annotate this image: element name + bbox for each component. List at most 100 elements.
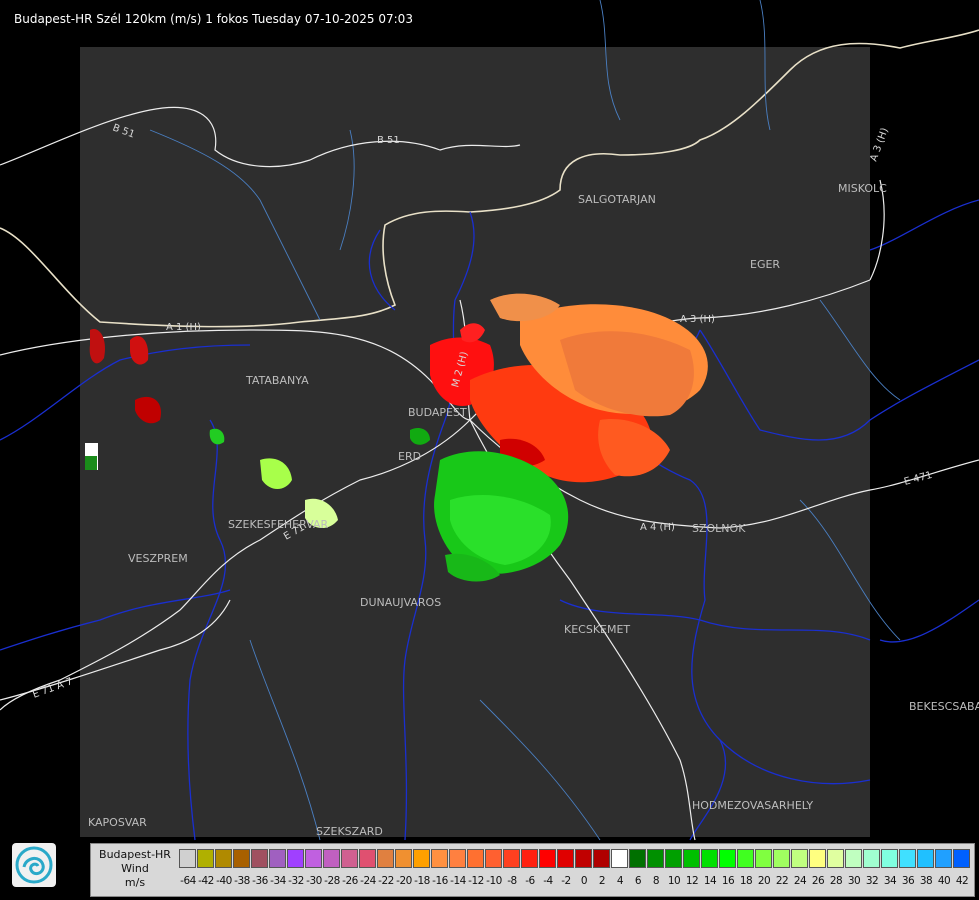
legend-swatch	[665, 849, 682, 868]
city-label: VESZPREM	[128, 552, 188, 565]
legend-swatch	[215, 849, 232, 868]
legend-tick: -64	[180, 875, 196, 887]
legend-tick: -26	[342, 875, 358, 887]
city-label: BEKESCSABA	[909, 700, 979, 713]
radar-map: SALGOTARJAN EGER MISKOLC TATABANYA BUDAP…	[0, 0, 979, 900]
legend-tick: -34	[270, 875, 286, 887]
legend-swatch	[683, 849, 700, 868]
legend-station: Budapest-HR	[99, 848, 171, 861]
legend-swatch	[773, 849, 790, 868]
met-service-logo	[12, 843, 56, 887]
legend-swatch	[737, 849, 754, 868]
legend-swatch	[899, 849, 916, 868]
legend-tick: 40	[937, 875, 951, 887]
legend-swatch	[791, 849, 808, 868]
legend-tick: -14	[450, 875, 466, 887]
legend-tick: 18	[739, 875, 753, 887]
legend-swatch	[413, 849, 430, 868]
legend-swatch	[179, 849, 196, 868]
legend-swatches	[179, 849, 971, 868]
legend-tick: -28	[324, 875, 340, 887]
legend-swatch	[827, 849, 844, 868]
legend-tick: 24	[793, 875, 807, 887]
city-label: SALGOTARJAN	[578, 193, 656, 206]
legend-swatch	[557, 849, 574, 868]
legend-tick: 12	[685, 875, 699, 887]
legend-unit: m/s	[124, 876, 146, 889]
city-label: KAPOSVAR	[88, 816, 147, 829]
legend-swatch	[575, 849, 592, 868]
legend-title: Budapest-HR Wind m/s	[93, 848, 177, 890]
legend-swatch	[341, 849, 358, 868]
map-title: Budapest-HR Szél 120km (m/s) 1 fokos Tue…	[14, 12, 413, 26]
legend-tick: -24	[360, 875, 376, 887]
legend-tick: 14	[703, 875, 717, 887]
legend-swatch	[269, 849, 286, 868]
legend-tick: -22	[378, 875, 394, 887]
legend-swatch	[521, 849, 538, 868]
radar-coverage-area	[80, 47, 870, 837]
city-label: EGER	[750, 258, 780, 271]
legend-tick: 30	[847, 875, 861, 887]
legend-tick: 36	[901, 875, 915, 887]
legend-tick: 34	[883, 875, 897, 887]
road-label: A 1 (H)	[166, 322, 201, 333]
legend-swatch	[701, 849, 718, 868]
legend-tick: -8	[507, 875, 517, 887]
legend-tick: -20	[396, 875, 412, 887]
legend-swatch	[629, 849, 646, 868]
legend-tick: -36	[252, 875, 268, 887]
legend-tick: 10	[667, 875, 681, 887]
legend-swatch	[953, 849, 970, 868]
city-label: MISKOLC	[838, 182, 887, 195]
legend-swatch	[863, 849, 880, 868]
legend-tick: 2	[598, 875, 606, 887]
legend-tick: 22	[775, 875, 789, 887]
legend-swatch	[197, 849, 214, 868]
legend-swatch	[539, 849, 556, 868]
legend-tick: 20	[757, 875, 771, 887]
legend-swatch	[647, 849, 664, 868]
legend-tick: -30	[306, 875, 322, 887]
legend-swatch	[809, 849, 826, 868]
legend-swatch	[431, 849, 448, 868]
legend-tick: 38	[919, 875, 933, 887]
legend-tick: -4	[543, 875, 553, 887]
legend-tick: 28	[829, 875, 843, 887]
color-legend: Budapest-HR Wind m/s -64 -42 -40 -38 -36 -34-…	[90, 843, 975, 897]
legend-swatch	[845, 849, 862, 868]
legend-tick: 8	[652, 875, 660, 887]
legend-swatch	[377, 849, 394, 868]
legend-tick: -6	[525, 875, 535, 887]
swirl-logo-icon	[15, 846, 53, 884]
legend-ticks: -64 -42 -40 -38 -36 -34 -32 -30 -28 -26 -24 -22 -20-…	[179, 875, 971, 887]
legend-tick: 42	[955, 875, 969, 887]
legend-tick: -18	[414, 875, 430, 887]
legend-swatch	[719, 849, 736, 868]
city-label: SZEKESFEHERVAR	[228, 518, 329, 531]
legend-swatch	[305, 849, 322, 868]
legend-swatch	[449, 849, 466, 868]
road-label: B 51	[377, 135, 400, 146]
legend-swatch	[485, 849, 502, 868]
legend-tick: -42	[198, 875, 214, 887]
city-label: BUDAPEST	[408, 406, 467, 419]
city-label: SZEKSZARD	[316, 825, 383, 838]
legend-swatch	[611, 849, 628, 868]
legend-tick: 32	[865, 875, 879, 887]
city-label: TATABANYA	[245, 374, 309, 387]
legend-swatch	[233, 849, 250, 868]
legend-tick: -40	[216, 875, 232, 887]
city-label: DUNAUJVAROS	[360, 596, 441, 609]
legend-tick: -2	[561, 875, 571, 887]
city-label: ERD	[398, 450, 421, 463]
legend-swatch	[251, 849, 268, 868]
legend-tick: 26	[811, 875, 825, 887]
legend-product: Wind	[121, 862, 149, 875]
legend-tick: 0	[580, 875, 588, 887]
legend-tick: 4	[616, 875, 624, 887]
legend-swatch	[467, 849, 484, 868]
city-label: KECSKEMET	[564, 623, 630, 636]
road-label: A 4 (H)	[640, 522, 675, 533]
legend-swatch	[881, 849, 898, 868]
